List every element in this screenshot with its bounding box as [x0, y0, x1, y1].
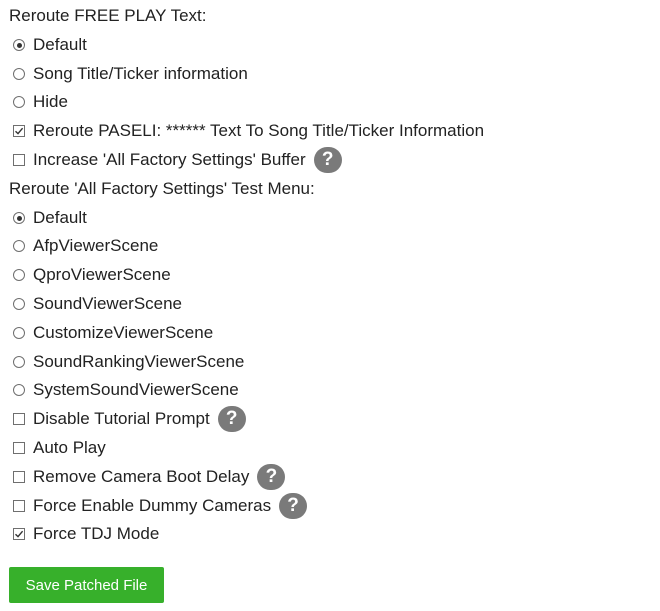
radio-button[interactable]: [13, 39, 25, 51]
option-label: Reroute PASELI: ****** Text To Song Titl…: [33, 121, 485, 140]
checkbox[interactable]: [13, 125, 25, 137]
option-label: Default: [33, 208, 87, 227]
free-play-heading: Reroute FREE PLAY Text:: [9, 5, 206, 27]
option-label: SoundRankingViewerScene: [33, 352, 245, 371]
test-menu-option-sound-ranking[interactable]: SoundRankingViewerScene: [13, 351, 244, 373]
checkbox[interactable]: [13, 154, 25, 166]
radio-button[interactable]: [13, 96, 25, 108]
test-menu-option-sound[interactable]: SoundViewerScene: [13, 293, 182, 315]
option-label: Remove Camera Boot Delay: [33, 467, 250, 486]
option-label: SoundViewerScene: [33, 294, 183, 313]
radio-button[interactable]: [13, 68, 25, 80]
free-play-heading-label: Reroute FREE PLAY Text:: [9, 6, 207, 25]
test-menu-option-customize[interactable]: CustomizeViewerScene: [13, 322, 213, 344]
free-play-option-song-title[interactable]: Song Title/Ticker information: [13, 63, 248, 85]
option-label: Force Enable Dummy Cameras: [33, 496, 272, 515]
tdj-mode-option[interactable]: Force TDJ Mode: [13, 523, 159, 545]
option-label: AfpViewerScene: [33, 236, 159, 255]
option-label: Increase 'All Factory Settings' Buffer: [33, 150, 306, 169]
patch-options-panel: Reroute FREE PLAY Text: Default Song Tit…: [0, 0, 660, 611]
factory-buffer-option[interactable]: Increase 'All Factory Settings' Buffer ?: [13, 147, 342, 173]
checkbox[interactable]: [13, 528, 25, 540]
test-menu-option-system-sound[interactable]: SystemSoundViewerScene: [13, 379, 239, 401]
radio-button[interactable]: [13, 269, 25, 281]
checkbox[interactable]: [13, 471, 25, 483]
option-label: Force TDJ Mode: [33, 524, 160, 543]
test-menu-option-afp[interactable]: AfpViewerScene: [13, 235, 158, 257]
option-label: Song Title/Ticker information: [33, 64, 248, 83]
test-menu-heading-label: Reroute 'All Factory Settings' Test Menu…: [9, 179, 315, 198]
free-play-option-default[interactable]: Default: [13, 34, 87, 56]
dummy-cameras-option[interactable]: Force Enable Dummy Cameras ?: [13, 493, 308, 519]
option-label: QproViewerScene: [33, 265, 171, 284]
test-menu-option-default[interactable]: Default: [13, 207, 87, 229]
radio-button[interactable]: [13, 298, 25, 310]
option-label: Hide: [33, 92, 68, 111]
checkbox[interactable]: [13, 500, 25, 512]
radio-button[interactable]: [13, 240, 25, 252]
option-label: CustomizeViewerScene: [33, 323, 214, 342]
tutorial-prompt-option[interactable]: Disable Tutorial Prompt ?: [13, 406, 246, 432]
test-menu-option-qpro[interactable]: QproViewerScene: [13, 264, 171, 286]
auto-play-option[interactable]: Auto Play: [13, 437, 106, 459]
help-icon[interactable]: ?: [257, 464, 286, 490]
radio-button[interactable]: [13, 212, 25, 224]
option-label: Auto Play: [33, 438, 106, 457]
checkbox[interactable]: [13, 442, 25, 454]
checkmark-icon: [15, 530, 24, 538]
camera-boot-delay-option[interactable]: Remove Camera Boot Delay ?: [13, 464, 286, 490]
radio-button[interactable]: [13, 384, 25, 396]
option-label: SystemSoundViewerScene: [33, 380, 239, 399]
help-icon[interactable]: ?: [217, 406, 246, 432]
help-icon[interactable]: ?: [313, 147, 342, 173]
checkbox[interactable]: [13, 413, 25, 425]
radio-button[interactable]: [13, 356, 25, 368]
radio-button[interactable]: [13, 327, 25, 339]
checkmark-icon: [15, 127, 24, 135]
help-icon[interactable]: ?: [279, 493, 308, 519]
option-label: Default: [33, 35, 87, 54]
paseli-reroute-option[interactable]: Reroute PASELI: ****** Text To Song Titl…: [13, 120, 484, 142]
save-patched-file-button[interactable]: Save Patched File: [9, 567, 164, 603]
test-menu-heading: Reroute 'All Factory Settings' Test Menu…: [9, 178, 315, 200]
option-label: Disable Tutorial Prompt: [33, 409, 210, 428]
free-play-option-hide[interactable]: Hide: [13, 91, 68, 113]
